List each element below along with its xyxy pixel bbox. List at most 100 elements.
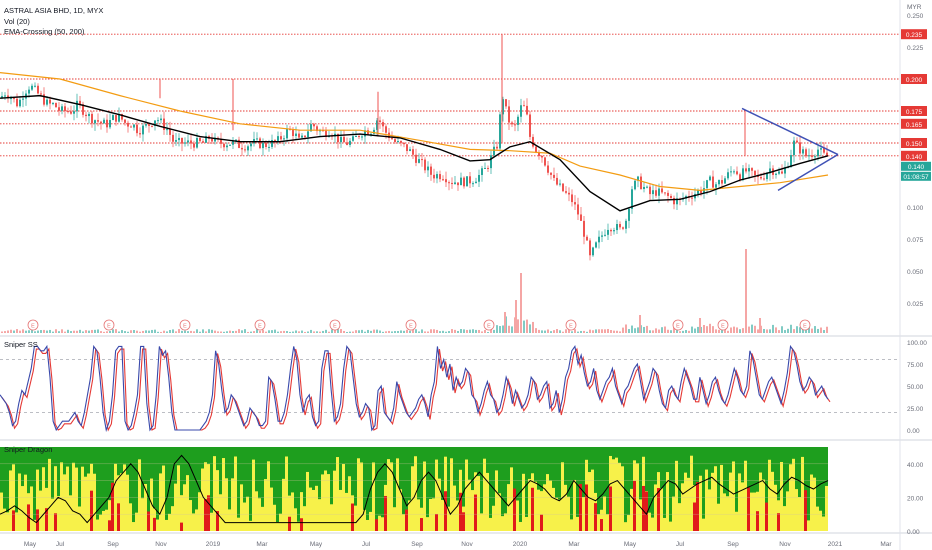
candle-body (262, 142, 264, 149)
time-axis-label: Mar (256, 541, 268, 548)
dragon-red-column (207, 495, 210, 531)
dragon-yellow-column (171, 506, 174, 531)
dragon-yellow-column (738, 473, 741, 531)
candle-body (175, 140, 177, 142)
volume-bar (199, 331, 201, 333)
currency-label: MYR (907, 4, 922, 11)
dragon-yellow-column (801, 456, 804, 531)
candle-body (514, 124, 516, 126)
candle-body (220, 139, 222, 144)
candle-body (286, 128, 288, 139)
candle-body (142, 125, 144, 135)
volume-bar (601, 329, 603, 333)
candle-body (487, 167, 489, 169)
volume-legend[interactable]: Vol (20) (4, 17, 30, 27)
dragon-yellow-column (813, 477, 816, 531)
volume-bar (19, 330, 21, 333)
volume-bar (754, 325, 756, 333)
candle-body (619, 224, 621, 228)
dragon-red-column (693, 502, 696, 531)
sniper-ss-legend[interactable]: Sniper SS (4, 340, 38, 350)
dragon-yellow-column (624, 522, 627, 531)
volume-bar (796, 326, 798, 333)
volume-bar (706, 326, 708, 333)
dragon-yellow-column (795, 489, 798, 531)
candle-body (793, 140, 795, 156)
dragon-yellow-column (684, 472, 687, 531)
volume-bar (361, 329, 363, 333)
volume-bar (241, 330, 243, 333)
candle-body (106, 119, 108, 128)
candle-body (583, 220, 585, 237)
volume-bar (541, 330, 543, 333)
dragon-yellow-column (318, 499, 321, 531)
volume-bar (346, 331, 348, 333)
dragon-yellow-column (105, 509, 108, 531)
volume-bar (556, 329, 558, 333)
volume-bar (550, 331, 552, 333)
candle-body (64, 106, 66, 112)
trading-chart[interactable]: 0.2500.2250.2000.1750.1500.1250.1000.075… (0, 0, 932, 550)
candle-body (667, 192, 669, 196)
dragon-yellow-column (492, 505, 495, 531)
candle-body (136, 124, 138, 134)
candle-body (718, 180, 720, 185)
dragon-red-column (594, 503, 597, 531)
candle-body (160, 118, 162, 121)
volume-spike (639, 315, 641, 333)
volume-bar (106, 331, 108, 333)
candle-body (457, 182, 459, 186)
sniper-dragon-legend[interactable]: Sniper Dragon (4, 445, 52, 455)
symbol-legend[interactable]: ASTRAL ASIA BHD, 1D, MYX (4, 6, 103, 16)
dragon-red-column (657, 488, 660, 531)
volume-bar (280, 331, 282, 333)
volume-bar (13, 330, 15, 333)
candle-body (760, 176, 762, 179)
candle-body (817, 149, 819, 157)
dragon-yellow-column (192, 513, 195, 531)
dragon-yellow-column (282, 478, 285, 531)
dragon-heatmap-group (0, 447, 828, 531)
candle-body (229, 144, 231, 146)
volume-bar (193, 331, 195, 333)
volume-bar (121, 330, 123, 333)
candle-body (499, 114, 501, 149)
time-axis-label: Sep (107, 541, 119, 548)
dragon-green-column (702, 447, 705, 531)
time-axis-label: 2021 (828, 541, 843, 548)
dragon-yellow-column (345, 492, 348, 531)
candle-body (34, 85, 36, 87)
volume-bar (370, 330, 372, 333)
volume-bar (304, 331, 306, 333)
candle-body (634, 180, 636, 190)
volume-bar (124, 331, 126, 333)
volume-bar (220, 331, 222, 333)
dragon-yellow-column (522, 473, 525, 531)
chart-canvas[interactable]: 0.2500.2250.2000.1750.1500.1250.1000.075… (0, 0, 932, 550)
dragon-red-column (54, 513, 57, 531)
candle-body (532, 136, 534, 147)
volume-bar (496, 325, 498, 333)
volume-bar (577, 331, 579, 333)
candle-body (427, 166, 429, 171)
candle-body (379, 120, 381, 123)
dragon-yellow-column (408, 500, 411, 531)
candle-body (400, 140, 402, 143)
dragon-yellow-column (675, 460, 678, 531)
volume-bar (61, 329, 63, 333)
time-axis-label: Sep (411, 541, 423, 548)
candle-body (628, 208, 630, 221)
volume-bar (118, 331, 120, 333)
candle-body (343, 136, 345, 143)
candle-body (58, 107, 60, 111)
dragon-yellow-column (783, 506, 786, 531)
price-tick-label: 0.100 (907, 205, 924, 212)
dragon-yellow-column (426, 517, 429, 531)
volume-bar (517, 319, 519, 333)
dragon-yellow-column (402, 514, 405, 531)
candle-body (244, 149, 246, 151)
ema-legend[interactable]: EMA-Crossing (50, 200) (4, 27, 84, 37)
trendline (777, 153, 839, 192)
dragon-green-column (132, 447, 135, 531)
dragon-yellow-column (42, 467, 45, 531)
